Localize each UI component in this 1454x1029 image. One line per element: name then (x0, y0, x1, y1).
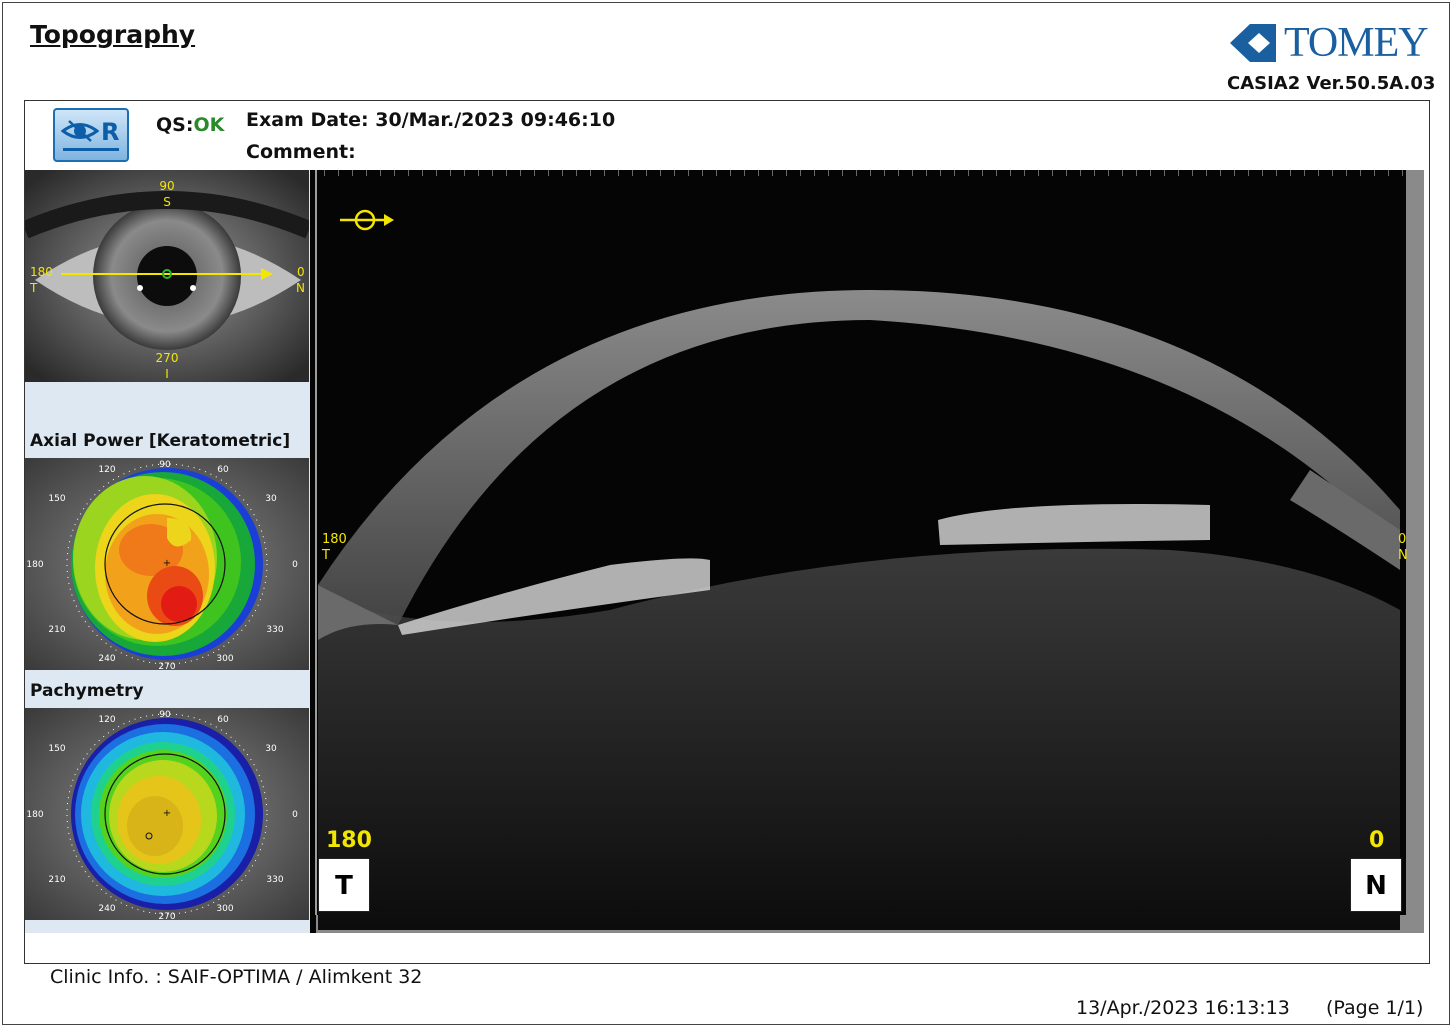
pachy-tick: 240 (98, 904, 115, 914)
quality-status: QS:OK (156, 114, 224, 136)
pachymetry-map-label: Pachymetry (30, 681, 144, 701)
photo-right-dir: N (296, 281, 305, 295)
brand-name: TOMEY (1284, 20, 1429, 66)
oct-scan-graphic (310, 170, 1424, 933)
page-indicator: (Page 1/1) (1326, 997, 1424, 1019)
pachy-tick: 0 (292, 810, 298, 820)
pachy-tick: 300 (216, 904, 233, 914)
pachy-tick: 60 (217, 715, 229, 725)
oct-small-right-dir: N (1398, 548, 1408, 563)
software-version: CASIA2 Ver.50.5A.03 (1227, 73, 1436, 94)
page-title: Topography (30, 20, 196, 49)
axial-power-map[interactable]: + 90 60 30 0 330 300 270 240 210 180 150… (25, 458, 309, 670)
axial-tick: 150 (48, 494, 65, 504)
axial-tick: 90 (159, 460, 171, 470)
eye-button-underline (63, 148, 119, 151)
eye-side-label: R (101, 118, 120, 146)
axial-map-label: Axial Power [Keratometric] (30, 431, 291, 451)
pachy-tick: 330 (266, 875, 283, 885)
axial-tick: 30 (265, 494, 277, 504)
oct-nasal-marker: N (1350, 858, 1402, 912)
oct-small-right-deg: 0 (1398, 532, 1407, 547)
print-timestamp: 13/Apr./2023 16:13:13 (1076, 997, 1290, 1019)
oct-temporal-marker: T (318, 858, 370, 912)
eye-photo[interactable]: 90 S 180 T 0 N 270 I (25, 170, 309, 382)
qs-value: OK (193, 114, 225, 136)
pachy-tick: 30 (265, 744, 277, 754)
svg-text:+: + (163, 558, 171, 569)
photo-top-deg: 90 (159, 179, 174, 193)
eye-icon (61, 120, 99, 142)
clinic-info: Clinic Info. : SAIF-OPTIMA / Alimkent 32 (50, 966, 423, 988)
photo-right-deg: 0 (297, 265, 305, 279)
exam-comment: Comment: (246, 141, 356, 163)
axial-tick: 60 (217, 465, 229, 475)
oct-small-left-deg: 180 (322, 532, 347, 547)
pachy-tick: 150 (48, 744, 65, 754)
axial-tick: 120 (98, 465, 115, 475)
axial-tick: 180 (26, 560, 43, 570)
axial-tick: 240 (98, 654, 115, 664)
pachymetry-map[interactable]: + 90 60 30 0 330 300 270 240 210 180 150… (25, 708, 309, 920)
pachy-tick: 120 (98, 715, 115, 725)
oct-right-deg: 0 (1369, 828, 1385, 853)
eye-side-button[interactable]: R (53, 108, 129, 162)
photo-bottom-dir: I (165, 367, 169, 381)
qs-label: QS: (156, 114, 194, 136)
oct-left-deg: 180 (326, 828, 372, 853)
brand-logo-block: TOMEY (1226, 18, 1436, 68)
pachy-tick: 210 (48, 875, 65, 885)
photo-top-dir: S (163, 195, 171, 209)
axial-tick: 210 (48, 625, 65, 635)
svg-text:+: + (163, 808, 171, 819)
pachy-tick: 90 (159, 710, 171, 720)
axial-tick: 270 (158, 662, 175, 670)
pachy-tick: 180 (26, 810, 43, 820)
axial-tick: 0 (292, 560, 298, 570)
axial-tick: 300 (216, 654, 233, 664)
photo-bottom-deg: 270 (156, 351, 179, 365)
oct-small-left-dir: T (322, 548, 330, 563)
exam-date: Exam Date: 30/Mar./2023 09:46:10 (246, 109, 616, 131)
axial-tick: 330 (266, 625, 283, 635)
tomey-logo-icon (1230, 24, 1276, 62)
photo-left-dir: T (29, 281, 38, 295)
photo-left-deg: 180 (30, 265, 53, 279)
oct-scan-image[interactable]: 180 T 0 N 180 0 T N (310, 170, 1424, 933)
pachy-tick: 270 (158, 912, 175, 920)
